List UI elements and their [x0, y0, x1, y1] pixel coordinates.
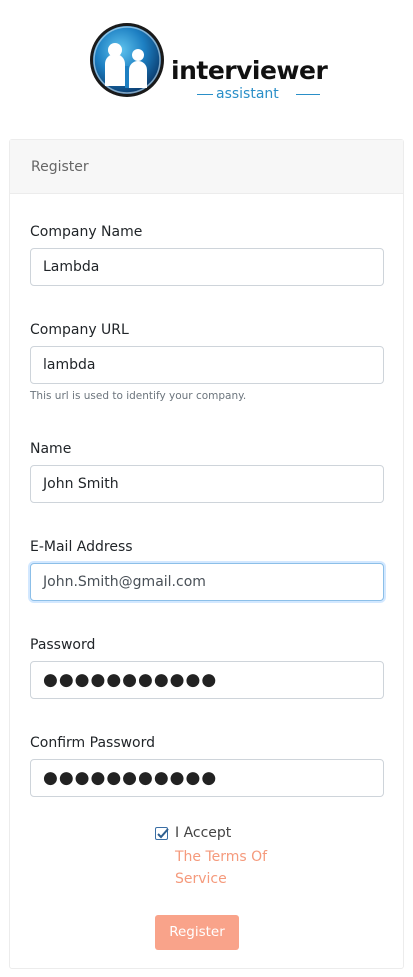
brand-tagline: assistant	[216, 86, 279, 102]
check-icon	[157, 828, 169, 839]
accept-terms-checkbox[interactable]	[155, 827, 169, 840]
password-input[interactable]: ●●●●●●●●●●●	[30, 661, 384, 699]
confirm-password-input[interactable]: ●●●●●●●●●●●	[30, 759, 384, 797]
divider	[197, 94, 213, 95]
company-url-input[interactable]: lambda	[30, 346, 384, 384]
register-button[interactable]: Register	[155, 915, 239, 950]
card-title: Register	[31, 159, 89, 175]
terms-of-service-link[interactable]: The Terms Of Service	[175, 846, 285, 890]
name-input[interactable]: John Smith	[30, 465, 384, 503]
password-label: Password	[30, 637, 96, 653]
card-header: Register	[10, 140, 403, 194]
company-url-help: This url is used to identify your compan…	[30, 390, 247, 402]
name-label: Name	[30, 441, 72, 457]
brand-logo: interviewer assistant	[89, 22, 329, 102]
email-input[interactable]: John.Smith@gmail.com	[30, 563, 384, 601]
confirm-password-label: Confirm Password	[30, 735, 156, 751]
email-label: E-Mail Address	[30, 539, 133, 555]
people-logo-icon	[90, 23, 164, 97]
company-name-label: Company Name	[30, 224, 143, 240]
company-url-label: Company URL	[30, 322, 129, 338]
brand-tagline-wrap: assistant	[197, 85, 325, 103]
company-name-input[interactable]: Lambda	[30, 248, 384, 286]
divider	[296, 94, 320, 95]
brand-name: interviewer	[171, 56, 328, 85]
accept-label: I Accept	[175, 825, 232, 841]
